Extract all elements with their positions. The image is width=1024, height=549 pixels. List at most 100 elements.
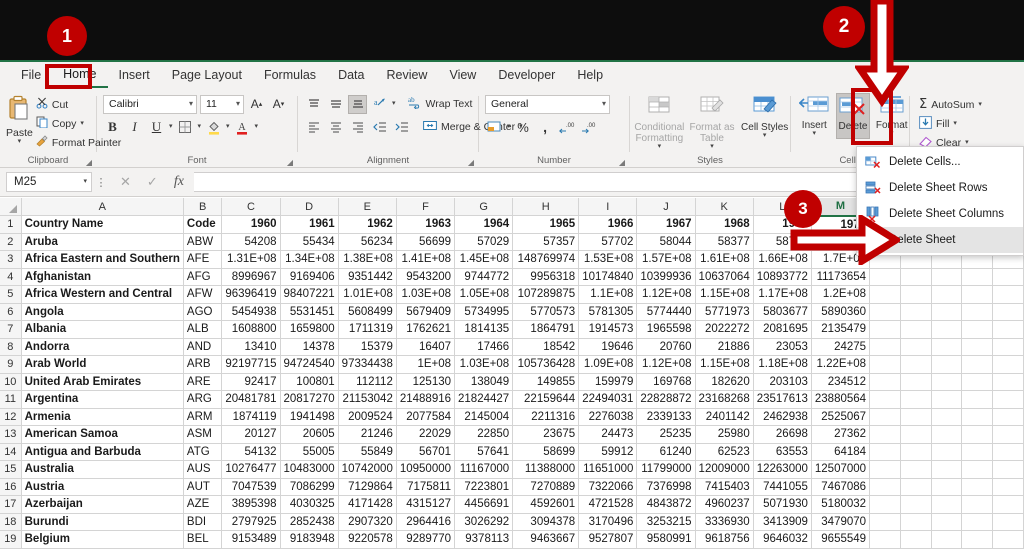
cell[interactable] xyxy=(992,478,1024,496)
cell[interactable]: 7467086 xyxy=(811,478,871,496)
cell[interactable]: 97334438 xyxy=(338,355,397,374)
cell[interactable]: 54132 xyxy=(221,443,281,461)
cell[interactable] xyxy=(961,408,994,426)
cell[interactable] xyxy=(961,373,994,391)
cell[interactable]: 7322066 xyxy=(578,478,638,496)
cell[interactable] xyxy=(900,268,932,286)
cell[interactable] xyxy=(992,390,1024,409)
cell[interactable]: 4315127 xyxy=(396,495,456,514)
cell[interactable]: 2964416 xyxy=(396,513,456,531)
cell[interactable]: 19646 xyxy=(578,338,638,356)
cell[interactable] xyxy=(992,285,1024,304)
cell[interactable] xyxy=(900,530,932,549)
cell[interactable]: 9351442 xyxy=(338,268,397,286)
row-header-15[interactable]: 15 xyxy=(0,460,22,479)
cell[interactable] xyxy=(961,460,994,479)
cell[interactable] xyxy=(961,268,994,286)
cell[interactable]: 2211316 xyxy=(512,408,580,426)
cell[interactable] xyxy=(900,320,932,339)
cell[interactable]: 1960 xyxy=(221,215,281,234)
row-header-5[interactable]: 5 xyxy=(0,285,22,304)
cell[interactable]: 1.09E+08 xyxy=(578,355,638,374)
row-header-10[interactable]: 10 xyxy=(0,373,22,391)
cell[interactable]: 148769974 xyxy=(512,250,580,269)
cell[interactable]: 9169406 xyxy=(280,268,339,286)
cell[interactable] xyxy=(869,373,901,391)
cell[interactable]: United Arab Emirates xyxy=(21,373,184,391)
cell[interactable]: 7175811 xyxy=(396,478,456,496)
cell[interactable]: 5770573 xyxy=(512,303,580,321)
table-row[interactable]: 9 Arab World ARB 92197715 94724540 97334438 1E… xyxy=(0,355,1024,374)
cell[interactable] xyxy=(931,495,963,514)
cell[interactable]: AUT xyxy=(183,478,223,496)
column-header-F[interactable]: F xyxy=(396,198,456,216)
cell[interactable]: 138049 xyxy=(454,373,514,391)
cell[interactable]: 1966 xyxy=(578,215,638,234)
cell[interactable]: 10276477 xyxy=(221,460,281,479)
cell[interactable]: AZE xyxy=(183,495,223,514)
cell[interactable] xyxy=(869,513,901,531)
cell[interactable]: 203103 xyxy=(753,373,812,391)
formula-bar-options[interactable]: ⋮ xyxy=(92,176,110,189)
align-middle-button[interactable] xyxy=(326,95,345,114)
cell[interactable]: 7223801 xyxy=(454,478,514,496)
cell[interactable] xyxy=(869,495,901,514)
column-header-C[interactable]: C xyxy=(221,198,281,216)
cell[interactable]: 149855 xyxy=(512,373,580,391)
cell[interactable]: Azerbaijan xyxy=(21,495,184,514)
cell[interactable] xyxy=(931,268,963,286)
cell[interactable]: 55005 xyxy=(280,443,339,461)
cell[interactable]: 22828872 xyxy=(636,390,696,409)
cell[interactable]: 169768 xyxy=(636,373,696,391)
cell[interactable]: 10174840 xyxy=(578,268,638,286)
cell[interactable]: 20481781 xyxy=(221,390,281,409)
cell[interactable] xyxy=(900,338,932,356)
cell[interactable]: 1961 xyxy=(280,215,339,234)
cell[interactable]: 1963 xyxy=(396,215,456,234)
name-box[interactable]: M25 ▾ xyxy=(6,172,92,192)
borders-button[interactable] xyxy=(176,118,195,137)
cell[interactable]: Africa Western and Central xyxy=(21,285,184,304)
cell[interactable] xyxy=(961,425,994,444)
cell[interactable]: 9220578 xyxy=(338,530,397,549)
cell[interactable]: 5180032 xyxy=(811,495,871,514)
cell[interactable]: ATG xyxy=(183,443,223,461)
cell[interactable] xyxy=(961,443,994,461)
cell[interactable]: Code xyxy=(183,215,223,234)
cell[interactable] xyxy=(931,338,963,356)
tab-review[interactable]: Review xyxy=(375,65,438,87)
cell[interactable]: 54208 xyxy=(221,233,281,251)
cell[interactable]: 9463667 xyxy=(512,530,580,549)
cell[interactable]: 94724540 xyxy=(280,355,339,374)
cell[interactable]: 4171428 xyxy=(338,495,397,514)
table-row[interactable]: 18 Burundi BDI 2797925 2852438 2907320 2964416… xyxy=(0,513,1024,531)
cell[interactable] xyxy=(931,320,963,339)
row-header-7[interactable]: 7 xyxy=(0,320,22,339)
cell[interactable]: 21153042 xyxy=(338,390,397,409)
cell[interactable] xyxy=(992,338,1024,356)
cell[interactable]: 10742000 xyxy=(338,460,397,479)
cell[interactable]: 56701 xyxy=(396,443,456,461)
cell[interactable]: 9289770 xyxy=(396,530,456,549)
cell[interactable]: Afghanistan xyxy=(21,268,184,286)
cell[interactable]: 23168268 xyxy=(695,390,754,409)
cell[interactable]: 2339133 xyxy=(636,408,696,426)
menu-item-delete-sheet-rows[interactable]: Delete Sheet Rows xyxy=(857,175,1023,201)
cell[interactable]: 15379 xyxy=(338,338,397,356)
cell[interactable]: 1762621 xyxy=(396,320,456,339)
cell[interactable]: 1711319 xyxy=(338,320,397,339)
decrease-indent-button[interactable] xyxy=(370,118,389,137)
cell[interactable]: 1.03E+08 xyxy=(454,355,514,374)
cell[interactable]: 107289875 xyxy=(512,285,580,304)
row-header-12[interactable]: 12 xyxy=(0,408,22,426)
cell[interactable] xyxy=(961,478,994,496)
cell[interactable] xyxy=(869,338,901,356)
cell[interactable] xyxy=(869,303,901,321)
cell[interactable] xyxy=(900,408,932,426)
font-size-combo[interactable]: 11 ▾ xyxy=(200,94,244,114)
chevron-down-icon[interactable]: ▾ xyxy=(80,120,84,127)
tab-page-layout[interactable]: Page Layout xyxy=(161,65,253,87)
cell[interactable]: 2077584 xyxy=(396,408,456,426)
cell[interactable] xyxy=(931,373,963,391)
cell[interactable] xyxy=(900,425,932,444)
